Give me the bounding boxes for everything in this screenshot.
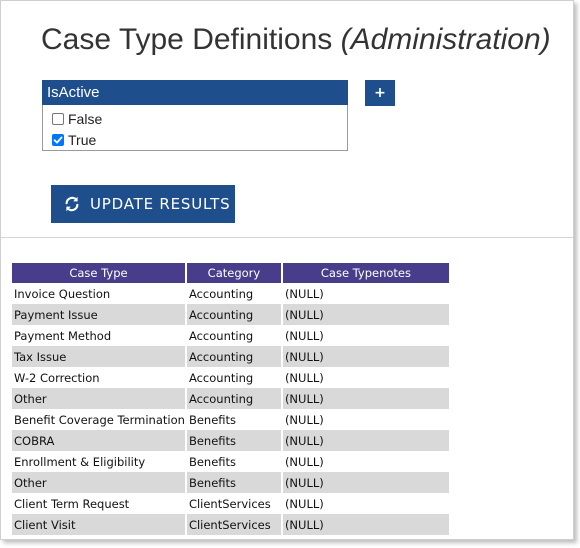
cell-case-type: Benefit Coverage Termination: [12, 409, 187, 430]
cell-category: Benefits: [185, 430, 283, 451]
window-frame: Case Type Definitions (Administration) I…: [0, 0, 574, 540]
filter-option-label: False: [68, 110, 103, 127]
cell-case-type: Invoice Question: [12, 283, 187, 304]
table-row[interactable]: Tax Issue Accounting (NULL): [12, 346, 449, 367]
results-table: Case Type Category Case Typenotes Invoic…: [12, 263, 449, 535]
cell-case-type: Payment Method: [12, 325, 187, 346]
column-header-case-typenotes[interactable]: Case Typenotes: [281, 263, 449, 283]
cell-notes: (NULL): [281, 304, 449, 325]
table-row[interactable]: Benefit Coverage Termination Benefits (NUL…: [12, 409, 449, 430]
cell-notes: (NULL): [281, 346, 449, 367]
cell-case-type: Client Term Request: [12, 493, 187, 514]
cell-category: Benefits: [185, 451, 283, 472]
false-checkbox[interactable]: [52, 112, 64, 125]
page-title: Case Type Definitions (Administration): [41, 23, 551, 57]
cell-case-type: W-2 Correction: [12, 367, 187, 388]
table-row[interactable]: Enrollment & Eligibility Benefits (NULL): [12, 451, 449, 472]
table-row[interactable]: Payment Method Accounting (NULL): [12, 325, 449, 346]
true-checkbox[interactable]: [52, 133, 64, 146]
cell-case-type: Other: [12, 388, 187, 409]
cell-notes: (NULL): [281, 472, 449, 493]
isactive-filter: IsActive False True: [42, 80, 348, 151]
cell-notes: (NULL): [281, 283, 449, 304]
cell-category: Accounting: [185, 304, 283, 325]
cell-category: Accounting: [185, 325, 283, 346]
cell-category: Accounting: [185, 367, 283, 388]
cell-case-type: COBRA: [12, 430, 187, 451]
table-row[interactable]: Invoice Question Accounting (NULL): [12, 283, 449, 304]
cell-case-type: Other: [12, 472, 187, 493]
table-row[interactable]: Client Term Request ClientServices (NULL): [12, 493, 449, 514]
cell-category: Accounting: [185, 283, 283, 304]
checkmark-icon: [53, 136, 63, 143]
cell-category: Benefits: [185, 409, 283, 430]
update-results-label: UPDATE RESULTS: [90, 195, 231, 213]
table-row[interactable]: Other Benefits (NULL): [12, 472, 449, 493]
table-row[interactable]: COBRA Benefits (NULL): [12, 430, 449, 451]
divider: [1, 237, 573, 238]
cell-notes: (NULL): [281, 514, 449, 535]
table-row[interactable]: Payment Issue Accounting (NULL): [12, 304, 449, 325]
cell-category: Accounting: [185, 346, 283, 367]
cell-category: ClientServices: [185, 514, 283, 535]
table-row[interactable]: Other Accounting (NULL): [12, 388, 449, 409]
filter-option-true[interactable]: True: [43, 129, 347, 150]
cell-case-type: Payment Issue: [12, 304, 187, 325]
cell-notes: (NULL): [281, 493, 449, 514]
add-filter-button[interactable]: +: [365, 80, 395, 106]
refresh-icon: [65, 196, 79, 212]
table-row[interactable]: W-2 Correction Accounting (NULL): [12, 367, 449, 388]
table-header-row: Case Type Category Case Typenotes: [12, 263, 449, 283]
page-title-sub: (Administration): [340, 23, 551, 56]
cell-notes: (NULL): [281, 451, 449, 472]
filter-options: False True: [42, 105, 348, 151]
cell-notes: (NULL): [281, 325, 449, 346]
column-header-category[interactable]: Category: [185, 263, 283, 283]
cell-category: Accounting: [185, 388, 283, 409]
filter-option-label: True: [68, 131, 97, 148]
page-title-main: Case Type Definitions: [41, 23, 341, 56]
cell-case-type: Enrollment & Eligibility: [12, 451, 187, 472]
cell-notes: (NULL): [281, 388, 449, 409]
cell-case-type: Client Visit: [12, 514, 187, 535]
update-results-button[interactable]: UPDATE RESULTS: [51, 185, 235, 223]
filter-header: IsActive: [42, 80, 348, 105]
cell-case-type: Tax Issue: [12, 346, 187, 367]
cell-notes: (NULL): [281, 409, 449, 430]
filter-option-false[interactable]: False: [43, 108, 347, 129]
cell-category: Benefits: [185, 472, 283, 493]
column-header-case-type[interactable]: Case Type: [12, 263, 187, 283]
cell-notes: (NULL): [281, 430, 449, 451]
table-row[interactable]: Client Visit ClientServices (NULL): [12, 514, 449, 535]
cell-notes: (NULL): [281, 367, 449, 388]
cell-category: ClientServices: [185, 493, 283, 514]
